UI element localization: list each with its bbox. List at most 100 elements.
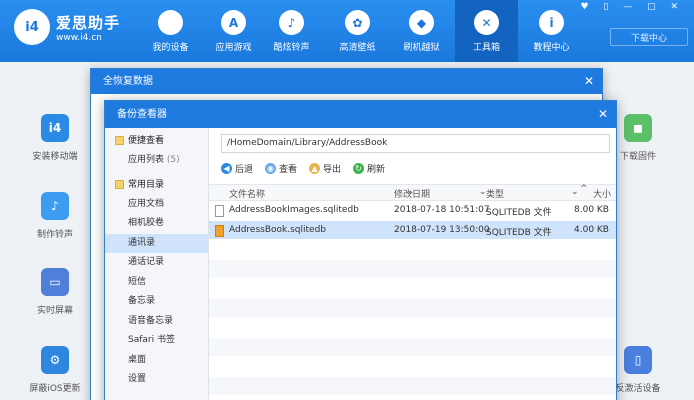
empty-row bbox=[209, 318, 616, 338]
sidebar-item[interactable]: 通讯录 bbox=[105, 233, 208, 253]
sort-size-icon[interactable]: ^ bbox=[580, 184, 588, 194]
tool-gear[interactable]: ⚙ 屏蔽iOS更新 bbox=[20, 346, 90, 394]
back-arrow-button[interactable]: ◀ 后退 bbox=[221, 160, 253, 176]
path-field[interactable]: /HomeDomain/Library/AddressBook bbox=[221, 134, 610, 153]
tool-label: 制作铃声 bbox=[36, 230, 73, 240]
view-icon: ◉ bbox=[265, 162, 277, 174]
brand-name: 爱思助手 bbox=[56, 14, 121, 32]
col-type[interactable]: 类型 bbox=[486, 187, 504, 200]
empty-row bbox=[209, 357, 616, 377]
dropbox-icon: ◆ bbox=[409, 10, 434, 35]
nav-bell[interactable]: ♪ 酷炫铃声 bbox=[260, 0, 323, 62]
sidebar-item[interactable]: 通话记录 bbox=[105, 253, 208, 273]
tools-icon: ✕ bbox=[474, 10, 499, 35]
tool-label: 屏蔽iOS更新 bbox=[29, 384, 81, 394]
section-title: 便捷查看 bbox=[128, 136, 165, 146]
close-icon[interactable]: ✕ bbox=[598, 101, 608, 128]
i4-app-icon: i4 bbox=[41, 114, 69, 142]
nav-tools[interactable]: ✕ 工具箱 bbox=[455, 0, 518, 62]
sidebar-item[interactable]: 应用文档 bbox=[105, 195, 208, 215]
sidebar-item[interactable]: 语音备忘录 bbox=[105, 312, 208, 332]
col-modified[interactable]: 修改日期 bbox=[394, 187, 430, 200]
refresh-button[interactable]: ↻ 刷新 bbox=[353, 160, 385, 176]
sidebar-item[interactable]: 应用列表 (5) bbox=[105, 151, 208, 171]
sidebar-item[interactable]: 短信 bbox=[105, 273, 208, 293]
backup-sidebar: 便捷查看应用列表 (5) 常用目录应用文档相机胶卷通讯录通话记录短信备忘录语音备忘… bbox=[105, 128, 209, 400]
file-type: SQLITEDB 文件 bbox=[486, 227, 552, 238]
export-folder-button[interactable]: ▲ 导出 bbox=[309, 160, 341, 176]
empty-row bbox=[209, 376, 616, 396]
tool-label: 实时屏幕 bbox=[36, 306, 73, 316]
file-modified: 2018-07-18 10:51:07 bbox=[394, 205, 490, 215]
table-header: 文件名称 ⌄ 修改日期 ⌄ 类型 ⌄ 大小 ^ bbox=[209, 184, 616, 201]
nav-dropbox[interactable]: ◆ 刷机越狱 bbox=[390, 0, 453, 62]
table-row[interactable]: AddressBookImages.sqlitedb 2018-07-18 10:… bbox=[209, 201, 616, 221]
file-list: AddressBookImages.sqlitedb 2018-07-18 10:… bbox=[209, 201, 616, 400]
window-controls[interactable]: ♥ ▯ — ▢ ✕ bbox=[580, 2, 684, 12]
table-row[interactable]: AddressBook.sqlitedb 2018-07-19 13:50:00 S… bbox=[209, 220, 616, 240]
empty-row bbox=[209, 279, 616, 299]
col-name[interactable]: 文件名称 bbox=[229, 187, 265, 200]
empty-row bbox=[209, 337, 616, 357]
sidebar-section[interactable]: 便捷查看 bbox=[105, 131, 208, 151]
info-icon: i bbox=[539, 10, 564, 35]
tool-monitor[interactable]: ▭ 实时屏幕 bbox=[20, 268, 90, 316]
nav-label: 工具箱 bbox=[472, 43, 500, 53]
file-name: AddressBook.sqlitedb bbox=[229, 224, 326, 235]
view-button[interactable]: ◉ 查看 bbox=[265, 160, 297, 176]
sidebar-item-label: 设置 bbox=[128, 374, 147, 384]
refresh-icon: ↻ bbox=[353, 162, 365, 174]
tool-label: 安装移动端 bbox=[32, 152, 78, 162]
sidebar-section[interactable]: 常用目录 bbox=[105, 175, 208, 195]
file-icon bbox=[215, 205, 224, 217]
bell-icon: ♪ bbox=[279, 10, 304, 35]
empty-row bbox=[209, 240, 616, 260]
sidebar-item[interactable]: 相机胶卷 bbox=[105, 214, 208, 234]
device-icon: ▯ bbox=[624, 346, 652, 374]
sidebar-item-label: Safari 书签 bbox=[128, 335, 175, 345]
nav-label: 酷炫铃声 bbox=[273, 43, 310, 53]
dialog-title: 备份查看器 bbox=[105, 101, 616, 128]
nav-apple[interactable]: 我的设备 bbox=[139, 0, 202, 62]
tool-i4-app[interactable]: i4 安装移动端 bbox=[20, 114, 90, 162]
backup-viewer-dialog: 备份查看器 ✕ 便捷查看应用列表 (5) 常用目录应用文档相机胶卷通讯录通话记录短… bbox=[104, 100, 617, 400]
action-label: 导出 bbox=[323, 164, 342, 175]
nav-label: 刷机越狱 bbox=[403, 43, 440, 53]
sidebar-item[interactable]: 设置 bbox=[105, 370, 208, 390]
nav-app-store[interactable]: A 应用游戏 bbox=[202, 0, 265, 62]
col-size[interactable]: 大小 bbox=[593, 187, 611, 200]
top-bar: i4 爱思助手 www.i4.cn 我的设备 A 应用游戏 ♪ 酷炫铃声 ✿ 高清壁纸 ◆ 刷机… bbox=[0, 0, 694, 62]
sidebar-item-label: 备忘录 bbox=[128, 296, 156, 306]
cube-icon: ◼ bbox=[624, 114, 652, 142]
empty-row bbox=[209, 298, 616, 318]
sidebar-item[interactable]: 桌面 bbox=[105, 351, 208, 371]
monitor-icon: ▭ bbox=[41, 268, 69, 296]
export-folder-icon: ▲ bbox=[309, 162, 321, 174]
apple-icon bbox=[158, 10, 183, 35]
sidebar-item-label: 应用列表 bbox=[128, 155, 165, 165]
sidebar-item-label: 短信 bbox=[128, 276, 147, 287]
item-count: (5) bbox=[166, 155, 180, 165]
close-icon[interactable]: ✕ bbox=[584, 69, 594, 94]
app-store-icon: A bbox=[221, 10, 246, 35]
nav-flower[interactable]: ✿ 高清壁纸 bbox=[326, 0, 389, 62]
back-arrow-icon: ◀ bbox=[221, 162, 232, 174]
section-title: 常用目录 bbox=[128, 179, 165, 190]
folder-icon bbox=[115, 136, 124, 145]
flower-icon: ✿ bbox=[345, 10, 370, 35]
sidebar-item-label: 通话记录 bbox=[128, 257, 165, 267]
sort-type-icon[interactable]: ⌄ bbox=[571, 187, 579, 197]
empty-row bbox=[209, 396, 616, 400]
sidebar-item[interactable]: Safari 书签 bbox=[105, 331, 208, 351]
action-label: 刷新 bbox=[367, 164, 386, 175]
nav-info[interactable]: i 教程中心 bbox=[520, 0, 583, 62]
tool-bell[interactable]: ♪ 制作铃声 bbox=[20, 192, 90, 240]
sidebar-item-label: 相机胶卷 bbox=[128, 218, 165, 228]
empty-row bbox=[209, 259, 616, 279]
download-center-button[interactable]: 下载中心 bbox=[610, 28, 688, 46]
file-type: SQLITEDB 文件 bbox=[486, 208, 552, 218]
sidebar-item[interactable]: 备忘录 bbox=[105, 292, 208, 312]
sidebar-item-label: 桌面 bbox=[128, 354, 147, 365]
app-window: i4 爱思助手 www.i4.cn 我的设备 A 应用游戏 ♪ 酷炫铃声 ✿ 高清壁纸 ◆ 刷机… bbox=[0, 0, 694, 400]
action-label: 后退 bbox=[235, 164, 254, 175]
